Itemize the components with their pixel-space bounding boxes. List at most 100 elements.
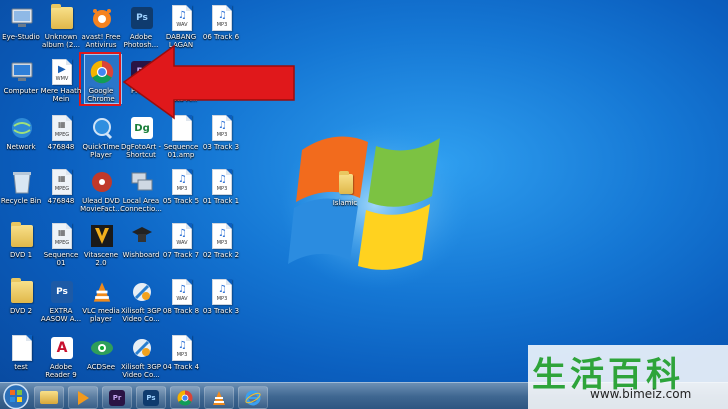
desktop-icon-label: Mere Haath Mein <box>40 87 82 103</box>
desktop-icon[interactable]: Local Area Connectio... <box>120 168 162 213</box>
xilisoft-icon <box>129 278 155 306</box>
vlc-icon <box>89 278 115 306</box>
desktop-icon[interactable]: Wishboard <box>122 222 162 259</box>
desktop-icon-label: Unknown album (2... <box>41 33 81 49</box>
desktop-icon-label: Local Area Connectio... <box>120 197 162 213</box>
desktop-icon[interactable]: DVD 1 <box>2 222 42 259</box>
desktop-icon[interactable]: ♫ MP3 05 Track 5 <box>162 168 202 205</box>
ie-taskbar-button[interactable] <box>238 386 268 409</box>
psd-file-icon: Ps <box>49 278 75 306</box>
desktop-icon[interactable]: ▦ MPEG 476848 <box>42 114 82 151</box>
mpeg-file-icon: ▦ MPEG <box>49 114 75 142</box>
desktop-icon-label: 476848 <box>47 143 75 151</box>
desktop-icon-label: 03 Track 3 <box>202 143 240 151</box>
premiere-taskbar-button[interactable]: Pr <box>102 386 132 409</box>
wishboard-icon <box>129 222 155 250</box>
desktop-icon[interactable]: DVD 2 <box>2 278 42 315</box>
wav-file-icon: ♫ WAV <box>169 278 195 306</box>
desktop-icon[interactable]: ♫ MP3 02 Track 2 <box>202 222 242 259</box>
desktop-icon-label: test <box>14 363 28 371</box>
desktop-icon-label: ACDSee <box>87 363 115 371</box>
desktop-icon[interactable]: Google Chrome <box>82 58 122 103</box>
dvd-icon <box>89 168 115 196</box>
mp3-file-icon: ♫ MP3 <box>209 278 235 306</box>
desktop-icon[interactable]: Xilisoft 3GP Video Co... <box>121 278 162 323</box>
vitascene-icon <box>89 222 115 250</box>
desktop-icon[interactable]: Dg DgFotoArt - Shortcut <box>121 114 162 159</box>
desktop-icon[interactable]: ♫ WAV DABANG LAGAN <box>162 4 202 49</box>
desktop-icon-label: 07 Track 7 <box>162 251 200 259</box>
desktop-icon[interactable]: Ps EXTRA AASOW A... <box>41 278 82 323</box>
desktop-icon[interactable]: test <box>2 334 42 371</box>
mp3-file-icon: ♫ MP3 <box>209 4 235 32</box>
desktop-icon[interactable]: QuickTime Player <box>82 114 122 159</box>
media-player-icon <box>77 390 89 405</box>
desktop-icon[interactable]: Sequence 01.amp <box>162 114 202 159</box>
desktop-icon[interactable]: ACDSee <box>82 334 122 371</box>
start-orb-icon[interactable] <box>2 383 30 409</box>
mpeg-file-icon: ▦ MPEG <box>49 222 75 250</box>
islamic-folder[interactable]: Islamic <box>326 170 366 207</box>
desktop[interactable]: Islamic Eye-Studio Unknown album (2... ava… <box>0 0 728 409</box>
desktop-icon[interactable]: Network <box>2 114 42 151</box>
chrome-icon <box>177 390 193 405</box>
desktop-icon-label: 05 Track 5 <box>162 197 200 205</box>
desktop-icon[interactable]: ♫ WAV 08 Track 8 <box>162 278 202 315</box>
mp3-file-icon: ♫ MP3 <box>209 168 235 196</box>
desktop-icon-label: VLC media player <box>82 307 120 323</box>
desktop-icon-label: Sequence 01.amp <box>163 143 199 159</box>
desktop-icon[interactable]: avast! Free Antivirus <box>82 4 122 49</box>
desktop-icon[interactable]: Xilisoft 3GP Video Co... <box>121 334 162 379</box>
desktop-icon[interactable]: Computer <box>2 58 42 95</box>
desktop-icon[interactable]: ▶ WMV Mere Haath Mein <box>40 58 82 103</box>
desktop-icon-label: Wishboard <box>122 251 160 259</box>
desktop-icon-label: avast! Free Antivirus <box>81 33 121 49</box>
desktop-icon-label: DVD 1 <box>9 251 33 259</box>
wmv-file-icon: ▶ WMV <box>49 58 75 86</box>
xilisoft-icon <box>129 334 155 362</box>
folder-icon <box>9 222 35 250</box>
vlc-taskbar-button[interactable] <box>204 386 234 409</box>
desktop-icon[interactable]: Vitascene 2.0 <box>82 222 122 267</box>
folder-icon <box>9 278 35 306</box>
chrome-icon <box>89 58 115 86</box>
computer-icon <box>9 58 35 86</box>
desktop-icon[interactable]: Ulead DVD MovieFact... <box>80 168 122 213</box>
adobe-reader-icon: A <box>49 334 75 362</box>
network-connection-icon <box>129 168 155 196</box>
desktop-icon[interactable]: ♫ MP3 01 Track 1 <box>202 168 242 205</box>
mpeg-file-icon: ▦ MPEG <box>49 168 75 196</box>
desktop-icon[interactable]: Eye-Studio <box>2 4 42 41</box>
desktop-icon-label: Network <box>6 143 36 151</box>
desktop-icon[interactable]: A Adobe Reader 9 <box>42 334 82 379</box>
islamic-folder-label: Islamic <box>332 199 358 207</box>
quicktime-icon <box>89 114 115 142</box>
desktop-icon[interactable]: ▦ MPEG 476848 <box>42 168 82 205</box>
desktop-icon[interactable]: VLC media player <box>82 278 122 323</box>
folder-icon <box>49 4 75 32</box>
desktop-icon[interactable]: ▦ MPEG Sequence 01 <box>42 222 82 267</box>
mp3-file-icon: ♫ MP3 <box>169 168 195 196</box>
media-player-taskbar-button[interactable] <box>68 386 98 409</box>
watermark: 生活百科 www.bimeiz.com <box>528 345 728 409</box>
desktop-icon[interactable]: Recycle Bin <box>1 168 42 205</box>
desktop-icon-label: Ulead DVD MovieFact... <box>80 197 122 213</box>
acdsee-icon <box>89 334 115 362</box>
desktop-icon-label: 06 Track 6 <box>202 33 240 41</box>
desktop-icon-label: DVD 2 <box>9 307 33 315</box>
desktop-icon[interactable]: ♫ MP3 04 Track 4 <box>162 334 202 371</box>
desktop-icon[interactable]: Ps Adobe Photosh... <box>122 4 162 49</box>
photoshop-taskbar-button[interactable]: Ps <box>136 386 166 409</box>
desktop-icon[interactable]: ♫ WAV 07 Track 7 <box>162 222 202 259</box>
photoshop-icon: Ps <box>143 389 159 406</box>
photoshop-icon: Ps <box>129 4 155 32</box>
desktop-icon[interactable]: ♫ MP3 03 Track 3 <box>202 278 242 315</box>
desktop-icon[interactable]: Unknown album (2... <box>42 4 82 49</box>
desktop-icon[interactable]: ♫ MP3 06 Track 6 <box>202 4 242 41</box>
mp3-file-icon: ♫ MP3 <box>209 222 235 250</box>
desktop-icon-label: Xilisoft 3GP Video Co... <box>121 307 161 323</box>
desktop-icon-label: Google Chrome <box>87 87 115 103</box>
chrome-taskbar-button[interactable] <box>170 386 200 409</box>
desktop-icon-label: 476848 <box>47 197 75 205</box>
explorer-taskbar-button[interactable] <box>34 386 64 409</box>
